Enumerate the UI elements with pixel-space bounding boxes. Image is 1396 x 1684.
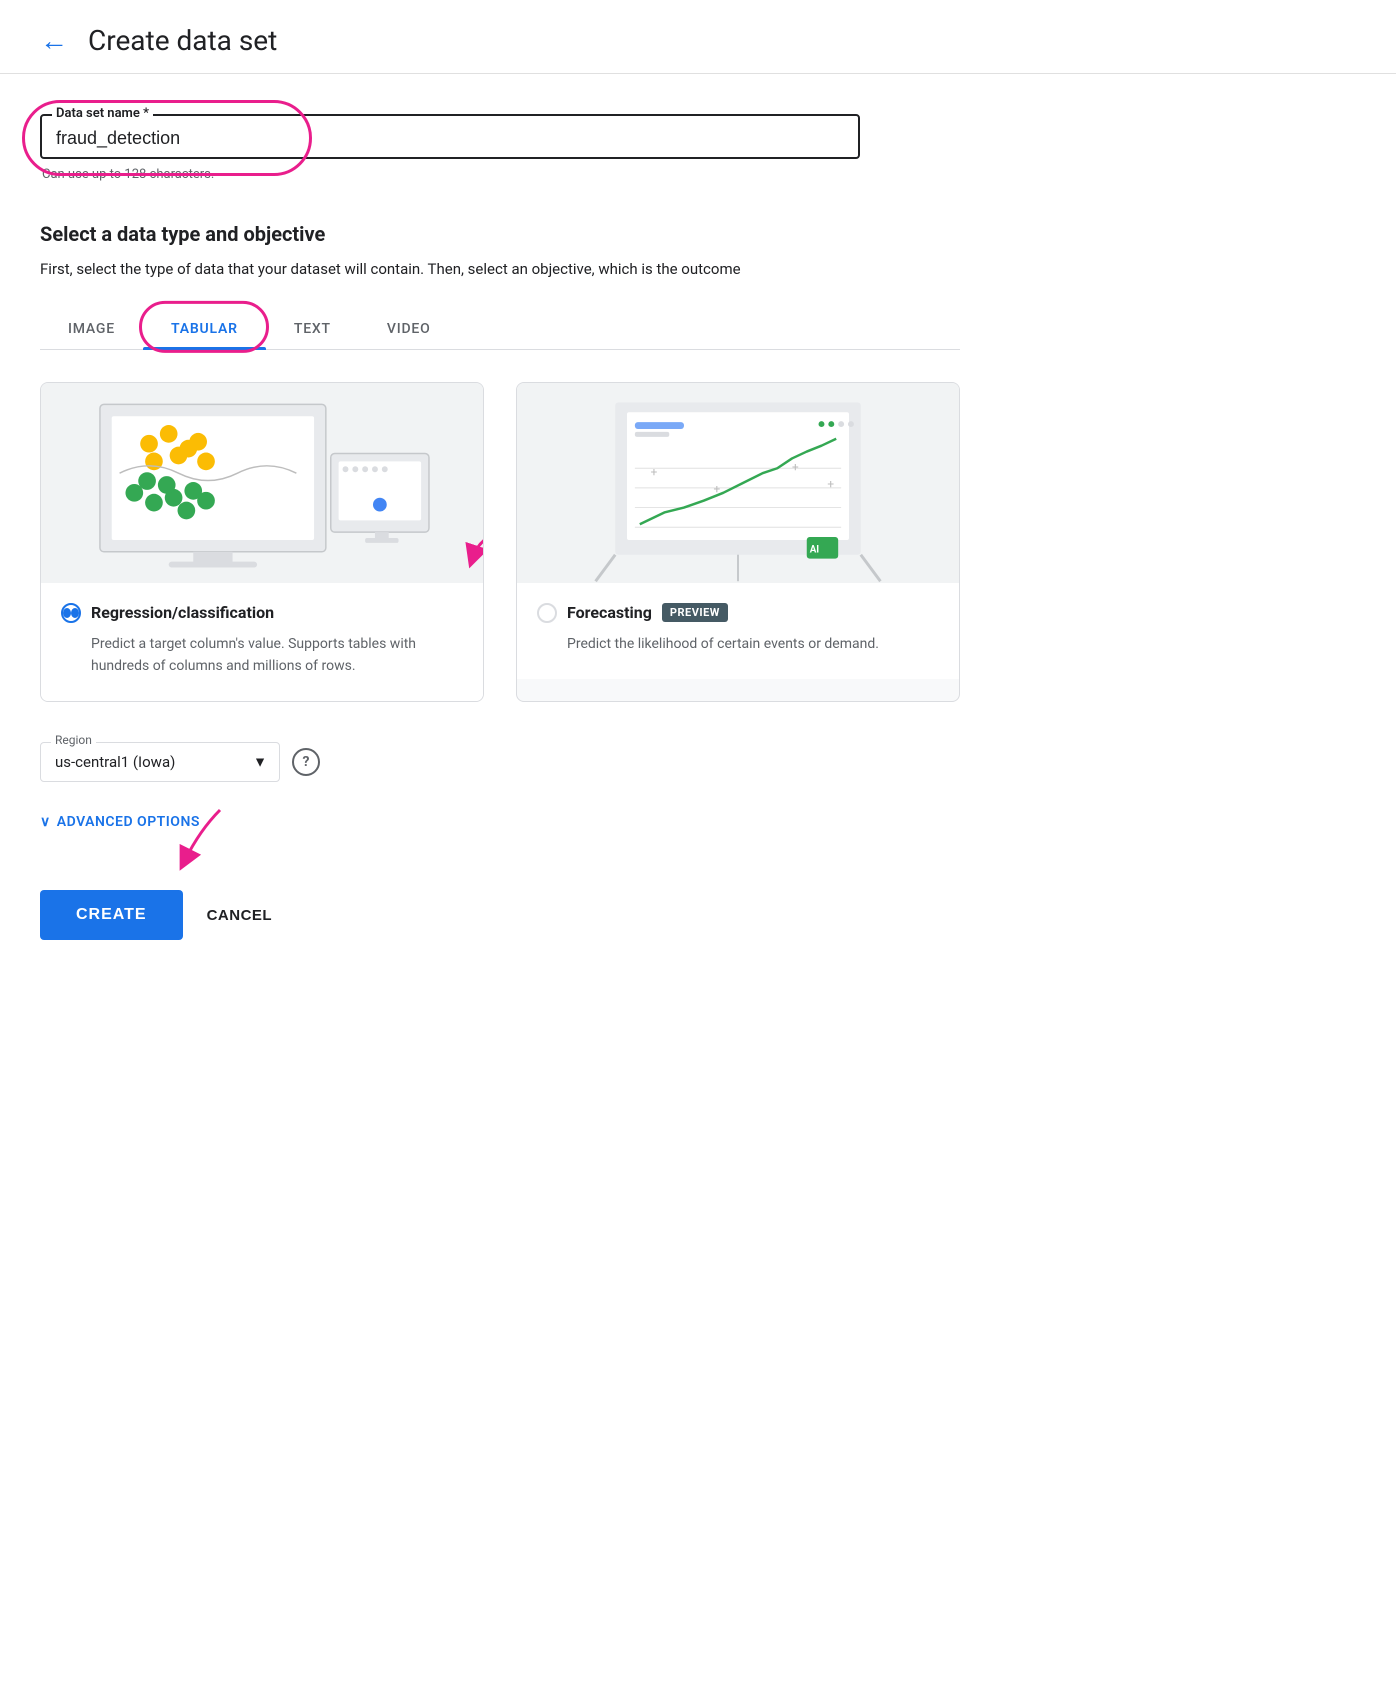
region-select[interactable]: Region us-central1 (Iowa) ▼ — [40, 742, 280, 782]
dataset-name-field-container: Data set name * — [40, 114, 860, 159]
advanced-options-section: ∨ ADVANCED OPTIONS — [40, 814, 960, 830]
forecasting-description: Predict the likelihood of certain events… — [567, 633, 939, 655]
regression-card-image — [41, 383, 483, 583]
page-title: Create data set — [88, 24, 277, 57]
tab-text[interactable]: TEXT — [266, 309, 359, 349]
forecasting-card-image: + + + + AI — [517, 383, 959, 583]
dataset-name-input[interactable] — [56, 128, 844, 149]
regression-classification-card[interactable]: Regression/classification Predict a targ… — [40, 382, 484, 703]
cancel-button[interactable]: CANCEL — [207, 907, 273, 924]
regression-radio[interactable] — [61, 603, 81, 623]
chevron-down-icon: ∨ — [40, 814, 51, 830]
forecast-illustration: + + + + AI — [517, 383, 959, 583]
preview-badge: PREVIEW — [662, 603, 728, 622]
main-content: Data set name * Can use up to 128 charac… — [0, 74, 1000, 1000]
section-heading: Select a data type and objective — [40, 222, 960, 246]
tab-tabular-wrapper: TABULAR — [143, 309, 266, 349]
tab-image[interactable]: IMAGE — [40, 309, 143, 349]
region-help-icon[interactable]: ? — [292, 748, 320, 776]
bottom-actions: CREATE CANCEL — [40, 870, 272, 960]
svg-text:+: + — [792, 460, 799, 474]
svg-text:AI: AI — [810, 544, 820, 555]
regression-option-row: Regression/classification — [61, 603, 463, 623]
forecasting-option-row: Forecasting PREVIEW — [537, 603, 939, 623]
data-type-tabs: IMAGE TABULAR TEXT VIDEO — [40, 309, 960, 350]
region-section: Region us-central1 (Iowa) ▼ ? — [40, 742, 960, 782]
dropdown-arrow-icon: ▼ — [253, 754, 267, 771]
dataset-name-section: Data set name * Can use up to 128 charac… — [40, 114, 960, 182]
create-button[interactable]: CREATE — [40, 890, 183, 940]
region-dropdown-wrapper: Region us-central1 (Iowa) ▼ ? — [40, 742, 320, 782]
section-description: First, select the type of data that your… — [40, 258, 960, 281]
forecasting-radio[interactable] — [537, 603, 557, 623]
svg-text:+: + — [651, 465, 658, 479]
tab-tabular[interactable]: TABULAR — [143, 309, 266, 349]
scatter-illustration — [41, 383, 483, 583]
back-button[interactable]: ← — [40, 24, 68, 57]
forecasting-card-body: Forecasting PREVIEW Predict the likeliho… — [517, 583, 959, 679]
data-type-section: Select a data type and objective First, … — [40, 222, 960, 281]
regression-card-body: Regression/classification Predict a targ… — [41, 583, 483, 702]
region-value: us-central1 (Iowa) — [55, 753, 175, 771]
forecasting-card[interactable]: + + + + AI Forecasting PREVIEW Predi — [516, 382, 960, 703]
dataset-name-hint: Can use up to 128 characters. — [42, 167, 960, 182]
tab-video[interactable]: VIDEO — [359, 309, 459, 349]
dataset-name-label: Data set name * — [52, 106, 153, 121]
regression-description: Predict a target column's value. Support… — [91, 633, 463, 678]
forecasting-label: Forecasting — [567, 603, 652, 622]
objective-cards: Regression/classification Predict a targ… — [40, 382, 960, 703]
advanced-options-toggle[interactable]: ∨ ADVANCED OPTIONS — [40, 814, 960, 830]
advanced-options-label: ADVANCED OPTIONS — [57, 814, 200, 830]
regression-label: Regression/classification — [91, 603, 274, 622]
svg-text:+: + — [827, 476, 834, 490]
region-label: Region — [51, 733, 96, 747]
page-header: ← Create data set — [0, 0, 1396, 74]
